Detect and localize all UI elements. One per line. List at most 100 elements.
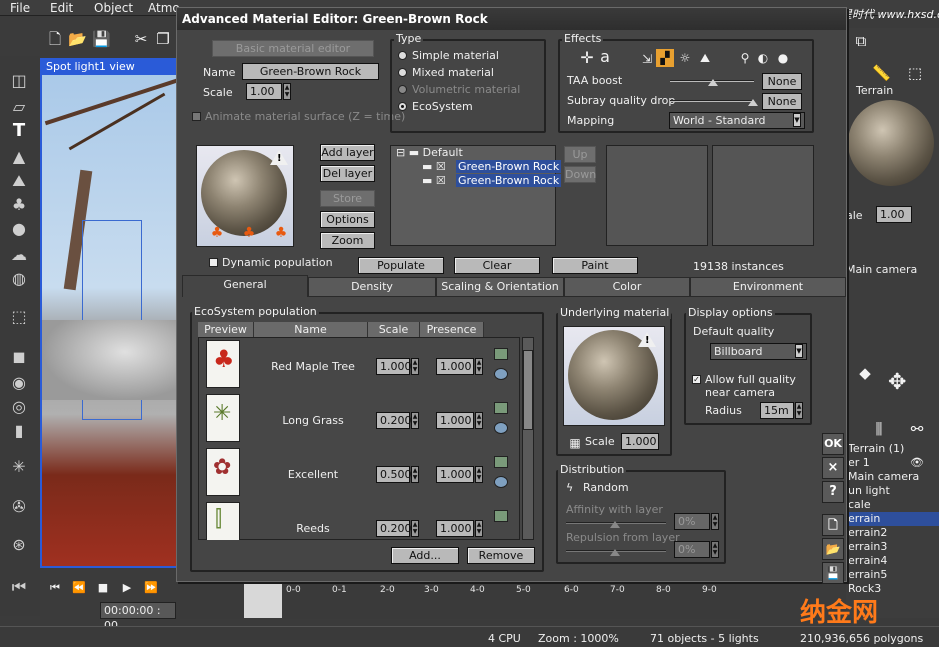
plant-edit-icon[interactable]: [494, 510, 508, 522]
list-item[interactable]: errain2: [846, 526, 939, 540]
rock-tool-icon[interactable]: ●: [8, 218, 30, 240]
arrow-effect-icon[interactable]: ⇲: [638, 50, 656, 68]
terrain-scale-field[interactable]: 1.00: [876, 206, 912, 223]
repulsion-field[interactable]: 0%: [674, 541, 710, 558]
tree-layer-item[interactable]: Green-Brown Rock: [456, 174, 562, 187]
plant-presence-field[interactable]: 1.000: [436, 412, 474, 429]
play-icon[interactable]: ▶: [118, 579, 136, 597]
dynamic-population-checkbox[interactable]: [209, 258, 218, 267]
scale-spinner[interactable]: ▲ ▼: [411, 358, 419, 375]
radius-spinner[interactable]: ▲ ▼: [795, 402, 803, 419]
full-quality-label[interactable]: Allow full quality: [705, 373, 796, 386]
tab-density[interactable]: Density: [308, 277, 436, 297]
menu-file[interactable]: File: [10, 1, 30, 15]
plant-scale-field[interactable]: 0.200: [376, 520, 412, 537]
prev-frame-icon[interactable]: ⏪: [70, 579, 88, 597]
list-item[interactable]: errain5: [846, 568, 939, 582]
taa-boost-field[interactable]: None: [762, 73, 802, 90]
scrollbar-thumb[interactable]: [523, 350, 533, 430]
ruler-icon[interactable]: 📏: [872, 64, 891, 82]
plant-color-icon[interactable]: [494, 476, 508, 488]
plant-color-icon[interactable]: [494, 422, 508, 434]
quality-select[interactable]: Billboard: [710, 343, 807, 360]
subray-quality-field[interactable]: None: [762, 93, 802, 110]
plant-tool-icon[interactable]: ♣: [8, 194, 30, 216]
list-item-selected[interactable]: errain: [846, 512, 939, 526]
time-field[interactable]: 00:00:00 : 00: [100, 602, 176, 632]
copy-icon[interactable]: ❐: [154, 30, 172, 48]
subray-quality-thumb[interactable]: [748, 99, 758, 106]
animate-checkbox[interactable]: [192, 112, 201, 121]
tab-scaling-orientation[interactable]: Scaling & Orientation: [436, 277, 564, 297]
cube-tool-icon[interactable]: ◼: [8, 346, 30, 368]
help-button[interactable]: ?: [822, 481, 844, 503]
layer-down-button[interactable]: Down: [564, 166, 596, 183]
mapping-dropdown-arrow[interactable]: ▼: [793, 113, 801, 127]
moon-effect-icon[interactable]: ◐: [754, 49, 772, 67]
affinity-field[interactable]: 0%: [674, 513, 710, 530]
underlying-scale-field[interactable]: 1.000: [621, 433, 659, 450]
rewind-icon[interactable]: ⏮: [8, 576, 30, 598]
render-icon[interactable]: ⧉: [852, 32, 870, 50]
plant-edit-icon[interactable]: [494, 348, 508, 360]
list-item[interactable]: errain3: [846, 540, 939, 554]
open-folder-icon[interactable]: 📂: [68, 30, 87, 48]
column-scale[interactable]: Scale: [368, 322, 420, 337]
tab-color[interactable]: Color: [564, 277, 690, 297]
cut-icon[interactable]: ✂: [132, 30, 150, 48]
link-icon[interactable]: ⚯: [908, 420, 926, 438]
light-tool-icon[interactable]: ✳: [8, 456, 30, 478]
cloud-tool-icon[interactable]: ☁: [8, 244, 30, 266]
bump-effect-icon[interactable]: ▞: [656, 49, 674, 67]
scale-spinner[interactable]: ▲ ▼: [411, 466, 419, 483]
tree-layer-item[interactable]: Green-Brown Rock: [456, 160, 562, 173]
affinity-spinner[interactable]: ▲ ▼: [711, 513, 719, 530]
mixed-material-label[interactable]: Mixed material: [412, 66, 494, 79]
torus-tool-icon[interactable]: ◎: [8, 396, 30, 418]
dialog-title[interactable]: Advanced Material Editor: Green-Brown Ro…: [177, 8, 846, 30]
column-preview[interactable]: Preview: [198, 322, 254, 337]
options-button[interactable]: Options: [320, 211, 375, 228]
paint-button[interactable]: Paint: [552, 257, 638, 274]
plant-scale-field[interactable]: 1.000: [376, 358, 412, 375]
add-plant-button[interactable]: Add...: [391, 547, 459, 564]
plant-presence-field[interactable]: 1.000: [436, 358, 474, 375]
add-layer-button[interactable]: Add layer: [320, 144, 375, 161]
list-item[interactable]: cale: [846, 498, 939, 512]
tree-root-default[interactable]: ⊟ ▬ Default: [396, 146, 463, 159]
new-file-icon[interactable]: 🗋: [46, 30, 64, 48]
clear-button[interactable]: Clear: [454, 257, 540, 274]
viewport-title[interactable]: Spot light1 view: [40, 59, 176, 75]
spot-light-viewport[interactable]: [40, 58, 178, 568]
sphere-effect-icon[interactable]: ●: [774, 49, 792, 67]
column-icon[interactable]: ⫼: [870, 420, 888, 438]
subray-quality-slider[interactable]: [670, 100, 754, 102]
tab-environment[interactable]: Environment: [690, 277, 846, 297]
figure-effect-icon[interactable]: ⚲: [736, 49, 754, 67]
simple-material-label[interactable]: Simple material: [412, 49, 499, 62]
radius-field[interactable]: 15m: [760, 402, 794, 419]
next-frame-icon[interactable]: ⏩: [142, 579, 160, 597]
presence-spinner[interactable]: ▲ ▼: [475, 466, 483, 483]
move-gizmo-icon[interactable]: ✥: [888, 372, 906, 394]
column-presence[interactable]: Presence: [420, 322, 484, 337]
text-effect-icon[interactable]: a: [596, 48, 614, 66]
render-sphere-icon[interactable]: ⊛: [8, 534, 30, 556]
tab-general[interactable]: General: [182, 275, 308, 297]
plant-presence-field[interactable]: 1.000: [436, 466, 474, 483]
ecosystem-radio[interactable]: [398, 102, 407, 111]
list-item[interactable]: er 1: [846, 456, 939, 470]
import-object-icon[interactable]: ⬚: [8, 306, 30, 328]
basic-material-editor-button[interactable]: Basic material editor: [212, 40, 374, 57]
column-name[interactable]: Name: [254, 322, 368, 337]
populate-button[interactable]: Populate: [358, 257, 444, 274]
mapping-select[interactable]: World - Standard: [669, 112, 805, 129]
save-icon[interactable]: 💾: [92, 30, 111, 48]
hat-effect-icon[interactable]: ⛰: [696, 49, 714, 67]
simple-material-radio[interactable]: [398, 51, 407, 60]
plane-tool-icon[interactable]: ▱: [8, 96, 30, 118]
ecosystem-label[interactable]: EcoSystem: [412, 100, 473, 113]
menu-object[interactable]: Object: [94, 1, 133, 15]
quality-dropdown-arrow[interactable]: ▼: [795, 344, 803, 358]
scale-spinner[interactable]: ▲ ▼: [283, 83, 291, 100]
